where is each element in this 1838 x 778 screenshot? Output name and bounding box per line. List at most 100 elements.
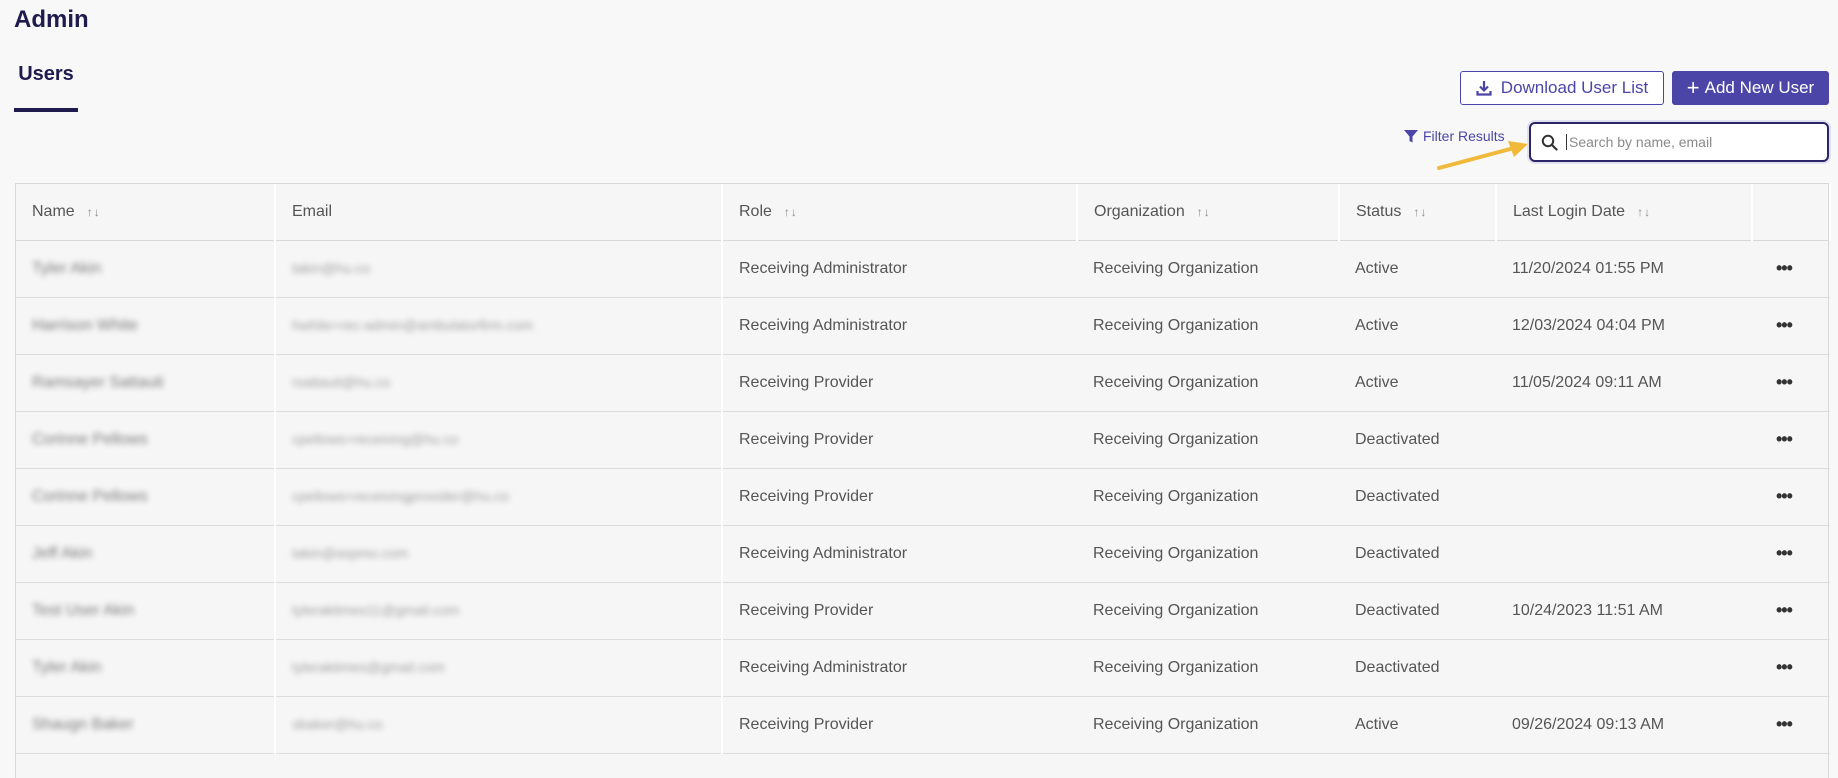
cell-role: Receiving Provider xyxy=(722,468,1077,526)
cell-actions: ••• xyxy=(1752,468,1830,526)
user-name: Shaugn Baker xyxy=(32,715,134,733)
cell-actions: ••• xyxy=(1752,582,1830,640)
cell-last-login: 10/24/2023 11:51 AM xyxy=(1496,582,1752,640)
sort-icon[interactable]: ↑↓ xyxy=(87,205,101,219)
cell-email: tyleraktimes11@gmail.com xyxy=(275,582,723,640)
cell-role: Receiving Provider xyxy=(722,411,1077,469)
cell-last-login xyxy=(1496,468,1752,526)
more-actions-icon[interactable]: ••• xyxy=(1776,315,1793,336)
tab-users-label: Users xyxy=(18,63,74,85)
user-email: takin@hu.co xyxy=(292,259,371,276)
more-actions-icon[interactable]: ••• xyxy=(1776,429,1793,450)
more-actions-icon[interactable]: ••• xyxy=(1776,600,1793,621)
sort-icon[interactable]: ↑↓ xyxy=(1197,205,1211,219)
cell-organization: Receiving Organization xyxy=(1077,582,1339,640)
cell-organization: Receiving Organization xyxy=(1077,696,1339,754)
table-row[interactable]: Harrison White hwhite+rec-admin@ambulator… xyxy=(16,297,1830,355)
table-header-row: Name ↑↓ Email Role ↑↓ Organization ↑↓ Statu… xyxy=(16,184,1831,241)
table-row[interactable]: Tyler Akin takin@hu.co Receiving Administr… xyxy=(16,240,1830,298)
cell-email: hwhite+rec-admin@ambulatorfirm.com xyxy=(275,297,723,355)
more-actions-icon[interactable]: ••• xyxy=(1776,372,1793,393)
cell-actions: ••• xyxy=(1752,354,1830,412)
cell-actions: ••• xyxy=(1752,525,1830,583)
cell-last-login xyxy=(1496,639,1752,697)
cell-name: Tyler Akin xyxy=(16,639,276,697)
cell-role: Receiving Administrator xyxy=(722,525,1077,583)
search-container xyxy=(1529,122,1829,162)
sort-icon[interactable]: ↑↓ xyxy=(784,205,798,219)
more-actions-icon[interactable]: ••• xyxy=(1776,714,1793,735)
cell-role: Receiving Provider xyxy=(722,696,1077,754)
column-header-name[interactable]: Name ↑↓ xyxy=(16,184,276,241)
cell-last-login: 09/26/2024 09:13 AM xyxy=(1496,696,1752,754)
user-email: hwhite+rec-admin@ambulatorfirm.com xyxy=(292,316,534,333)
cell-name: Ramsayer Sattauti xyxy=(16,354,276,412)
cell-name: Harrison White xyxy=(16,297,276,355)
search-icon xyxy=(1541,134,1558,151)
cell-organization: Receiving Organization xyxy=(1077,411,1339,469)
cell-actions: ••• xyxy=(1752,240,1830,298)
cell-email: cpellows+receivingprovider@hu.co xyxy=(275,468,723,526)
cell-status: Active xyxy=(1339,354,1496,412)
cell-name: Tyler Akin xyxy=(16,240,276,298)
cell-status: Active xyxy=(1339,297,1496,355)
user-name: Corinne Pellows xyxy=(32,430,148,448)
download-icon xyxy=(1476,81,1492,96)
user-name: Harrison White xyxy=(32,316,138,334)
cell-actions: ••• xyxy=(1752,696,1830,754)
user-email: sbaker@hu.co xyxy=(292,715,383,732)
download-user-list-button[interactable]: Download User List xyxy=(1460,71,1664,105)
search-input[interactable] xyxy=(1566,134,1816,150)
add-new-user-button[interactable]: + Add New User xyxy=(1672,71,1829,105)
table-row[interactable]: Tyler Akin tyleraktimes@gmail.com Receivin… xyxy=(16,639,1830,697)
user-name: Test User Akin xyxy=(32,601,135,619)
sort-icon[interactable]: ↑↓ xyxy=(1637,205,1651,219)
user-name: Jeff Akin xyxy=(32,544,93,562)
more-actions-icon[interactable]: ••• xyxy=(1776,543,1793,564)
cell-actions: ••• xyxy=(1752,297,1830,355)
cell-last-login: 11/20/2024 01:55 PM xyxy=(1496,240,1752,298)
table-row[interactable]: Corinne Pellows cpellows+receiving@hu.co R… xyxy=(16,411,1830,469)
cell-email: takin@aspmo.com xyxy=(275,525,723,583)
user-email: tyleraktimes11@gmail.com xyxy=(292,601,460,618)
cell-name: Jeff Akin xyxy=(16,525,276,583)
cell-last-login: 11/05/2024 09:11 AM xyxy=(1496,354,1752,412)
users-table: Name ↑↓ Email Role ↑↓ Organization ↑↓ Statu… xyxy=(15,183,1831,778)
cell-status: Deactivated xyxy=(1339,411,1496,469)
cell-status: Deactivated xyxy=(1339,468,1496,526)
cell-role: Receiving Provider xyxy=(722,354,1077,412)
cell-last-login xyxy=(1496,411,1752,469)
cell-role: Receiving Administrator xyxy=(722,639,1077,697)
table-row[interactable]: Ramsayer Sattauti rsattauti@hu.co Receivin… xyxy=(16,354,1830,412)
cell-actions: ••• xyxy=(1752,639,1830,697)
download-user-list-label: Download User List xyxy=(1500,78,1649,97)
table-row[interactable]: Jeff Akin takin@aspmo.com Receiving Admini… xyxy=(16,525,1830,583)
more-actions-icon[interactable]: ••• xyxy=(1776,657,1793,678)
tab-users[interactable]: Users xyxy=(14,63,78,112)
more-actions-icon[interactable]: ••• xyxy=(1776,486,1793,507)
column-header-status[interactable]: Status ↑↓ xyxy=(1339,184,1497,241)
user-email: cpellows+receivingprovider@hu.co xyxy=(292,487,509,504)
more-actions-icon[interactable]: ••• xyxy=(1776,258,1793,279)
cell-organization: Receiving Organization xyxy=(1077,354,1339,412)
cell-last-login: 12/03/2024 04:04 PM xyxy=(1496,297,1752,355)
user-email: rsattauti@hu.co xyxy=(292,373,391,390)
table-row[interactable]: Corinne Pellows cpellows+receivingprovide… xyxy=(16,468,1830,526)
cell-status: Deactivated xyxy=(1339,582,1496,640)
cell-organization: Receiving Organization xyxy=(1077,525,1339,583)
table-row[interactable]: Test User Akin tyleraktimes11@gmail.com Re… xyxy=(16,582,1830,640)
filter-icon xyxy=(1404,129,1418,142)
cell-status: Deactivated xyxy=(1339,639,1496,697)
user-name: Tyler Akin xyxy=(32,658,102,676)
cell-email: takin@hu.co xyxy=(275,240,723,298)
user-email: tyleraktimes@gmail.com xyxy=(292,658,445,675)
column-header-last-login[interactable]: Last Login Date ↑↓ xyxy=(1496,184,1753,241)
cell-email: tyleraktimes@gmail.com xyxy=(275,639,723,697)
user-name: Tyler Akin xyxy=(32,259,102,277)
table-row[interactable]: Shaugn Baker sbaker@hu.co Receiving Provid… xyxy=(16,696,1830,754)
column-header-actions xyxy=(1752,184,1831,241)
add-new-user-label: Add New User xyxy=(1704,78,1815,97)
sort-icon[interactable]: ↑↓ xyxy=(1413,205,1427,219)
column-header-organization[interactable]: Organization ↑↓ xyxy=(1077,184,1340,241)
column-header-role[interactable]: Role ↑↓ xyxy=(722,184,1078,241)
